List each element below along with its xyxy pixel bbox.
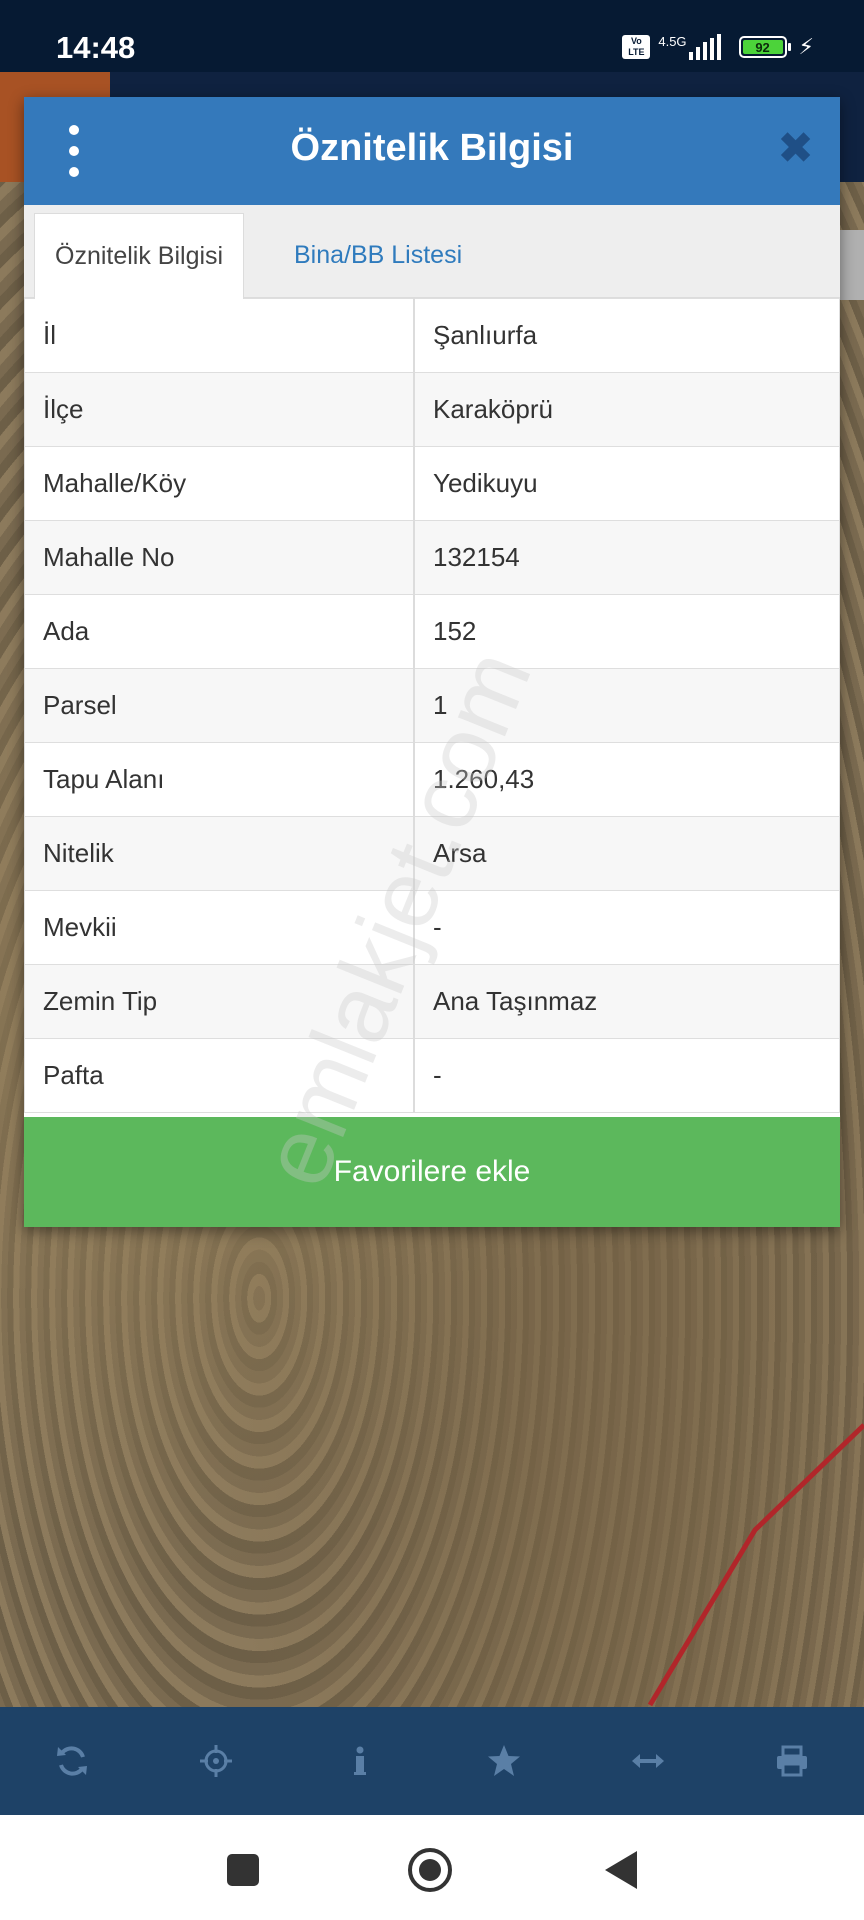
tab-bar: Öznitelik Bilgisi Bina/BB Listesi <box>24 205 840 299</box>
dialog-header: Öznitelik Bilgisi ✖ <box>24 97 840 205</box>
row-key: Mahalle/Köy <box>24 446 415 521</box>
row-key: İlçe <box>24 372 415 447</box>
attribute-dialog: Öznitelik Bilgisi ✖ Öznitelik Bilgisi Bi… <box>24 97 840 1227</box>
row-value: Karaköprü <box>413 372 840 447</box>
volte-icon: Vo LTE <box>622 35 651 59</box>
star-icon[interactable] <box>474 1731 534 1791</box>
row-key: Parsel <box>24 668 415 743</box>
info-icon[interactable] <box>330 1731 390 1791</box>
close-icon[interactable]: ✖ <box>777 121 814 177</box>
battery-icon: 92 <box>738 36 791 58</box>
status-indicators: Vo LTE 4.5G 92 ⚡ <box>622 30 814 64</box>
table-row: Ada 152 <box>24 594 840 669</box>
measure-icon[interactable] <box>618 1731 678 1791</box>
table-row: İlçe Karaköprü <box>24 372 840 447</box>
row-value: Ana Taşınmaz <box>413 964 840 1039</box>
signal-icon <box>688 34 721 60</box>
print-icon[interactable] <box>762 1731 822 1791</box>
system-nav-bar <box>0 1815 864 1920</box>
status-time: 14:48 <box>56 30 136 65</box>
row-value: Yedikuyu <box>413 446 840 521</box>
locate-icon[interactable] <box>186 1731 246 1791</box>
add-favorite-button[interactable]: Favorilere ekle <box>24 1117 840 1227</box>
row-key: Mahalle No <box>24 520 415 595</box>
row-value: 132154 <box>413 520 840 595</box>
row-key: Ada <box>24 594 415 669</box>
row-value: Şanlıurfa <box>413 298 840 373</box>
tab-attribute-info[interactable]: Öznitelik Bilgisi <box>34 213 245 299</box>
table-row: Mahalle/Köy Yedikuyu <box>24 446 840 521</box>
dialog-title: Öznitelik Bilgisi <box>290 127 574 169</box>
home-icon[interactable] <box>405 1845 455 1895</box>
row-key: Tapu Alanı <box>24 742 415 817</box>
refresh-icon[interactable] <box>42 1731 102 1791</box>
row-value: - <box>413 1038 840 1113</box>
charging-icon: ⚡ <box>798 34 814 59</box>
network-type: 4.5G <box>658 33 687 49</box>
bottom-toolbar <box>0 1707 864 1815</box>
table-row: Pafta - <box>24 1038 840 1113</box>
row-key: İl <box>24 298 415 373</box>
table-row: İl Şanlıurfa <box>24 298 840 373</box>
tab-building-list[interactable]: Bina/BB Listesi <box>274 213 482 297</box>
recent-apps-icon[interactable] <box>218 1845 268 1895</box>
back-icon[interactable] <box>597 1845 647 1895</box>
row-value: - <box>413 890 840 965</box>
table-row: Mahalle No 132154 <box>24 520 840 595</box>
battery-level: 92 <box>742 40 783 55</box>
